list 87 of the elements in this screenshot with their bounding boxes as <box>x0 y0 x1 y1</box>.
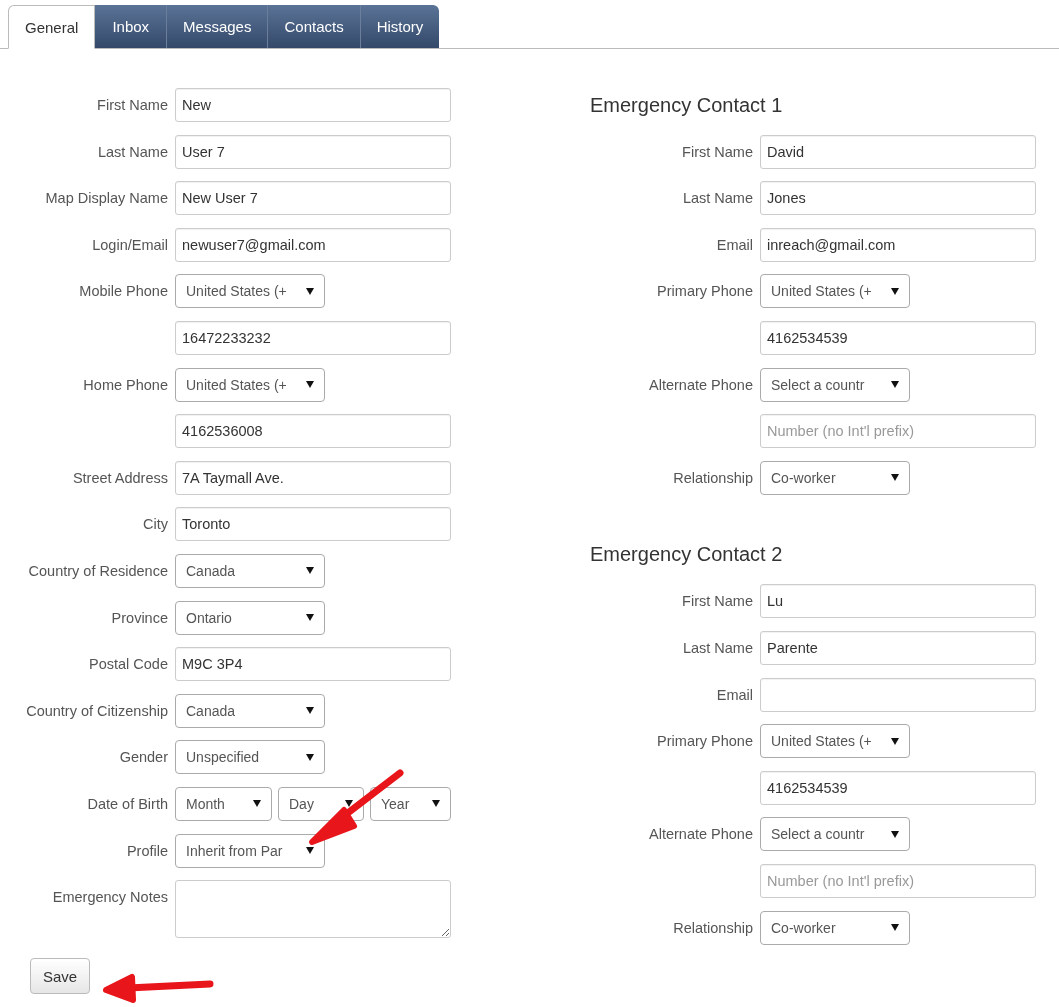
tab[interactable]: General <box>8 5 96 49</box>
dropdown[interactable]: Year <box>370 786 451 821</box>
caret-icon <box>306 614 314 622</box>
dropdown[interactable]: United States (+ <box>760 724 910 759</box>
field-label: Email <box>716 236 753 253</box>
field-label: Gender <box>119 749 168 766</box>
field-label: Email <box>716 686 753 703</box>
text-field[interactable]: User 7 <box>175 134 451 169</box>
field-label: Last Name <box>97 143 168 160</box>
caret-icon <box>306 381 314 389</box>
text-field[interactable]: 4162536008 <box>175 414 451 449</box>
field-label: First Name <box>682 143 753 160</box>
caret-icon <box>891 474 899 482</box>
caret-icon <box>306 753 314 761</box>
text-field[interactable]: New User 7 <box>175 181 451 216</box>
notes-field[interactable] <box>175 880 451 939</box>
dropdown[interactable]: Co-worker <box>760 460 910 495</box>
dropdown[interactable]: Day <box>278 786 364 821</box>
text-field[interactable]: 7A Taymall Ave. <box>175 460 451 495</box>
section-heading: Emergency Contact 2 <box>590 543 783 567</box>
field-label: First Name <box>97 97 168 113</box>
text-field[interactable]: David <box>760 134 1036 169</box>
dropdown[interactable]: Canada <box>175 553 325 588</box>
dropdown[interactable]: Inherit from Par <box>175 833 325 868</box>
dropdown[interactable]: Month <box>175 786 272 821</box>
tab[interactable]: History <box>360 5 440 48</box>
field-label: Alternate Phone <box>649 376 753 393</box>
tab[interactable]: Inbox <box>95 5 168 48</box>
caret-icon <box>891 924 899 931</box>
caret-icon <box>891 830 899 838</box>
text-field[interactable] <box>760 677 1036 712</box>
text-field[interactable]: 4162534539 <box>760 770 1036 805</box>
tab[interactable]: Contacts <box>268 5 361 48</box>
caret-icon <box>891 287 899 295</box>
text-field[interactable]: Number (no Int'l prefix) <box>760 863 1036 898</box>
field-label: Last Name <box>682 639 753 656</box>
field-label: Postal Code <box>89 656 168 673</box>
dropdown[interactable]: Co-worker <box>760 910 910 945</box>
text-field[interactable]: New <box>175 88 451 122</box>
dropdown[interactable]: United States (+ <box>175 367 325 402</box>
text-field[interactable]: Parente <box>760 630 1036 665</box>
caret-icon <box>432 800 440 808</box>
text-field[interactable]: Number (no Int'l prefix) <box>760 414 1036 449</box>
field-label: Login/Email <box>92 236 168 253</box>
field-label: Province <box>111 609 168 626</box>
field-label: First Name <box>682 593 753 610</box>
field-label: Primary Phone <box>657 733 753 750</box>
field-label: Alternate Phone <box>649 826 753 843</box>
dropdown[interactable]: United States (+ <box>760 274 910 309</box>
field-label: Home Phone <box>83 376 168 393</box>
field-label: Relationship <box>673 919 753 936</box>
caret-icon <box>306 287 314 295</box>
caret-icon <box>306 567 314 575</box>
tab[interactable]: Messages <box>167 5 269 48</box>
field-label: Primary Phone <box>657 283 753 300</box>
text-field[interactable]: Lu <box>760 584 1036 619</box>
field-label: Emergency Notes <box>52 889 168 906</box>
field-label: Street Address <box>72 469 168 486</box>
field-label: Country of Residence <box>28 562 168 579</box>
field-label: Map Display Name <box>45 190 168 207</box>
field-label: Last Name <box>682 190 753 207</box>
section-heading: Emergency Contact 1 <box>590 93 783 117</box>
text-field[interactable]: M9C 3P4 <box>175 647 451 682</box>
text-field[interactable]: 16472233232 <box>175 320 451 355</box>
dropdown[interactable]: Ontario <box>175 600 325 635</box>
field-label: Relationship <box>673 469 753 486</box>
dropdown[interactable]: Select a countr <box>760 367 910 402</box>
text-field[interactable]: Toronto <box>175 507 451 542</box>
caret-icon <box>306 707 314 715</box>
text-field[interactable]: 4162534539 <box>760 320 1036 355</box>
caret-icon <box>891 737 899 745</box>
field-label: Date of Birth <box>87 795 168 812</box>
dropdown[interactable]: Unspecified <box>175 740 325 775</box>
caret-icon <box>306 847 314 854</box>
text-field[interactable]: Jones <box>760 181 1036 216</box>
field-label: City <box>143 516 168 533</box>
text-field[interactable]: inreach@gmail.com <box>760 227 1036 262</box>
dropdown[interactable]: Canada <box>175 693 325 728</box>
caret-icon <box>891 381 899 389</box>
text-field[interactable]: newuser7@gmail.com <box>175 227 451 262</box>
dropdown[interactable]: Select a countr <box>760 817 910 852</box>
field-label: Country of Citizenship <box>26 702 168 719</box>
field-label: Mobile Phone <box>79 283 168 300</box>
caret-icon <box>253 800 261 808</box>
dropdown[interactable]: United States (+ <box>175 274 325 309</box>
field-label: Profile <box>126 842 168 859</box>
save-button[interactable]: Save <box>30 958 91 995</box>
